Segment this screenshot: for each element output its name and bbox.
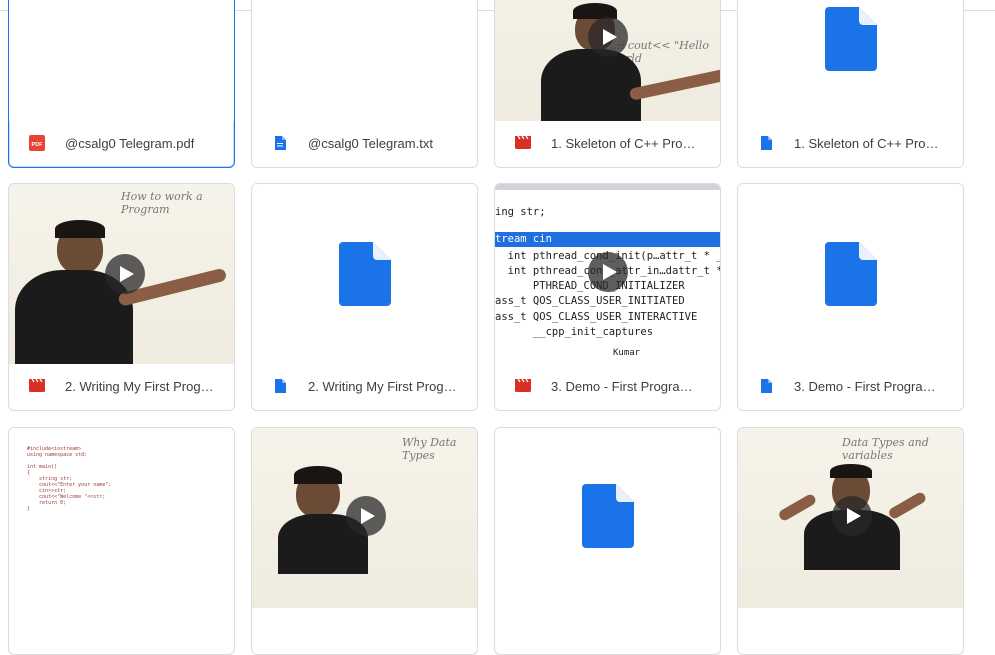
file-card[interactable]: #include<iostream> using namespace std; … — [8, 427, 235, 655]
video-file-icon — [29, 378, 45, 392]
file-card[interactable]: How to work a Program 2. Writing My Firs… — [8, 183, 235, 411]
file-card[interactable]: 3. Demo - First Program.vtt — [737, 183, 964, 411]
video-thumbnail: #include<iostream> using namespace std; … — [9, 428, 234, 608]
file-caption: 1. Skeleton of C++ Progra... — [495, 119, 720, 167]
file-card[interactable]: Data Types and variables — [737, 427, 964, 655]
file-name: 3. Demo - First Program.vtt — [794, 378, 945, 394]
file-card[interactable]: PDF @csalg0 Telegram.pdf — [8, 0, 235, 168]
file-caption: 3. Demo - First Program.vtt — [738, 362, 963, 410]
file-name: 2. Writing My First Progra... — [65, 378, 216, 394]
file-card[interactable]: 1. Skeleton of C++ Progra... — [737, 0, 964, 168]
whiteboard-text: How to work a Program — [121, 190, 203, 216]
video-file-icon — [515, 378, 531, 392]
whiteboard-text: Why Data Types — [402, 436, 457, 462]
file-caption: 3. Demo - First Program.... — [495, 362, 720, 410]
file-card[interactable]: Why Data Types — [251, 427, 478, 655]
code-line: Kumar — [613, 348, 641, 358]
play-icon[interactable] — [346, 496, 386, 536]
file-caption: 2. Writing My First Progra... — [9, 362, 234, 410]
play-icon[interactable] — [587, 252, 628, 292]
file-name: 3. Demo - First Program.... — [551, 378, 702, 394]
file-caption: @csalg0 Telegram.txt — [252, 119, 477, 167]
document-icon — [824, 242, 877, 306]
file-card[interactable] — [494, 427, 721, 655]
file-name: @csalg0 Telegram.pdf — [65, 135, 195, 151]
code-highlight-line: tream cin — [495, 233, 552, 245]
play-icon[interactable] — [587, 17, 628, 57]
document-icon — [275, 379, 286, 393]
play-icon[interactable] — [105, 254, 145, 294]
code-line: ing str; — [495, 206, 546, 218]
file-thumbnail — [738, 0, 963, 121]
video-thumbnail: How to work a Program — [9, 184, 234, 364]
file-name: @csalg0 Telegram.txt — [308, 135, 433, 151]
document-icon — [761, 379, 772, 393]
file-card[interactable]: @csalg0 Telegram.txt — [251, 0, 478, 168]
video-file-icon — [515, 135, 531, 149]
file-thumbnail — [495, 428, 720, 608]
file-caption: 1. Skeleton of C++ Progra... — [738, 119, 963, 167]
file-thumbnail — [252, 184, 477, 364]
svg-text:PDF: PDF — [32, 142, 44, 148]
autocomplete-item: __cpp_init_captures — [495, 326, 654, 338]
file-caption: PDF @csalg0 Telegram.pdf — [9, 119, 234, 167]
document-icon — [761, 136, 772, 150]
file-thumbnail — [738, 184, 963, 364]
video-thumbnail: ..:: cout<< "Hello world — [495, 0, 720, 121]
file-name: 1. Skeleton of C++ Progra... — [551, 135, 702, 151]
file-thumbnail — [252, 0, 477, 121]
document-icon — [275, 136, 286, 150]
file-card[interactable]: 2. Writing My First Progra... — [251, 183, 478, 411]
video-thumbnail: Why Data Types — [252, 428, 477, 608]
file-caption: 2. Writing My First Progra... — [252, 362, 477, 410]
document-icon — [581, 484, 634, 548]
file-card[interactable]: ..:: cout<< "Hello world 1. Skeleton of … — [494, 0, 721, 168]
file-card[interactable]: ing str; tream cin int pthread_cond_init… — [494, 183, 721, 411]
file-name: 2. Writing My First Progra... — [308, 378, 459, 394]
file-thumbnail — [9, 0, 234, 121]
autocomplete-item: ass_t QOS_CLASS_USER_INITIATED — [495, 295, 685, 307]
autocomplete-item: ass_t QOS_CLASS_USER_INTERACTIVE — [495, 311, 698, 323]
whiteboard-text: Data Types and variables — [842, 436, 929, 462]
code-preview: #include<iostream> using namespace std; … — [27, 446, 112, 512]
document-icon — [338, 242, 391, 306]
play-icon[interactable] — [832, 496, 872, 536]
document-icon — [824, 7, 877, 71]
video-thumbnail: Data Types and variables — [738, 428, 963, 608]
pdf-icon: PDF — [29, 135, 45, 151]
video-thumbnail: ing str; tream cin int pthread_cond_init… — [495, 184, 720, 364]
file-name: 1. Skeleton of C++ Progra... — [794, 135, 945, 151]
